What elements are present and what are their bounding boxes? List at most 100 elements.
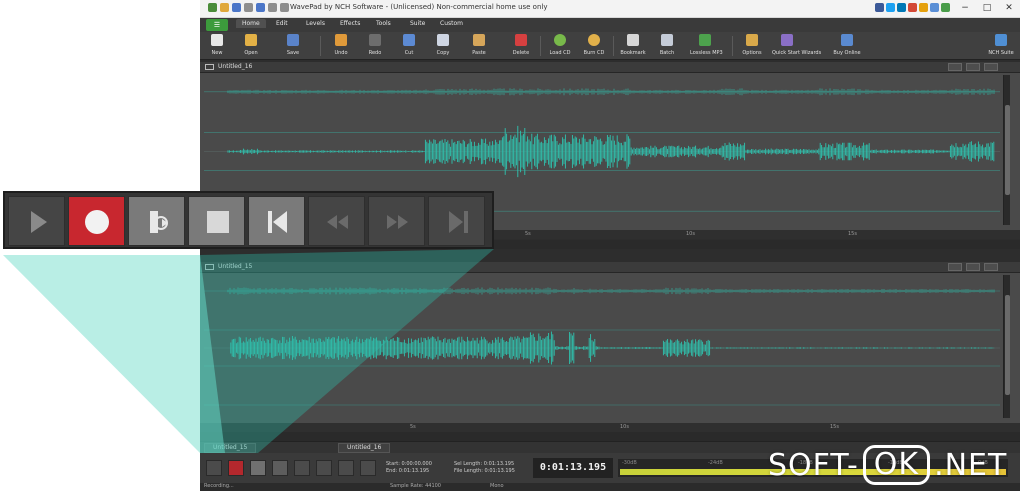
paste-button[interactable]: Paste — [464, 34, 494, 60]
scroll-thumb[interactable] — [1005, 295, 1010, 395]
go-to-start-icon — [273, 211, 287, 233]
nch-suite-button[interactable]: NCH Suite — [986, 34, 1016, 60]
twitter-icon[interactable] — [886, 3, 895, 12]
delete-button[interactable]: Delete — [506, 34, 536, 60]
options-button[interactable]: Options — [737, 34, 767, 60]
bookmark-button[interactable]: Bookmark — [618, 34, 648, 60]
buy-online-button[interactable]: Buy Online — [832, 34, 862, 60]
track-restore-button[interactable] — [966, 263, 980, 271]
undo-button[interactable]: Undo — [326, 34, 356, 60]
window-controls: − □ ✕ — [954, 0, 1020, 18]
save-button[interactable]: Save — [278, 34, 308, 60]
stop-button-small[interactable] — [272, 460, 288, 476]
redo-quick-icon[interactable] — [268, 3, 277, 12]
open-button[interactable]: Open — [236, 34, 266, 60]
fast-forward-button-small[interactable] — [338, 460, 354, 476]
tab-tools[interactable]: Tools — [376, 20, 391, 27]
timeline-tick: 5s — [525, 231, 531, 237]
print-quick-icon[interactable] — [244, 3, 253, 12]
fast-forward-button[interactable] — [368, 196, 425, 246]
tab-effects[interactable]: Effects — [340, 20, 360, 27]
file-tab[interactable]: Untitled_16 — [338, 443, 391, 453]
linkedin-icon[interactable] — [897, 3, 906, 12]
burn-cd-icon — [588, 34, 600, 46]
time-display: 0:01:13.195 — [533, 458, 613, 478]
sel-length-label: Sel Length: — [454, 461, 483, 467]
help-quick-icon[interactable] — [280, 3, 289, 12]
tab-suite[interactable]: Suite — [410, 20, 425, 27]
rewind-button-small[interactable] — [316, 460, 332, 476]
vertical-scrollbar[interactable] — [1003, 75, 1010, 225]
track-header: Untitled_15 — [200, 262, 1020, 273]
wizard-icon — [781, 34, 793, 46]
rewind-button[interactable] — [308, 196, 365, 246]
maximize-button[interactable]: □ — [976, 0, 998, 18]
new-icon — [211, 34, 223, 46]
rss-icon[interactable] — [919, 3, 928, 12]
vertical-scrollbar[interactable] — [1003, 275, 1010, 418]
scroll-thumb[interactable] — [1005, 105, 1010, 195]
quick-start-wizards-button[interactable]: Quick Start Wizards — [772, 34, 821, 60]
tab-edit[interactable]: Edit — [276, 20, 288, 27]
redo-button[interactable]: Redo — [360, 34, 390, 60]
facebook-icon[interactable] — [875, 3, 884, 12]
undo-quick-icon[interactable] — [256, 3, 265, 12]
google-icon[interactable] — [908, 3, 917, 12]
tab-home[interactable]: Home — [236, 19, 266, 28]
app-menu-button[interactable]: ☰ — [206, 19, 228, 31]
info-icon[interactable] — [930, 3, 939, 12]
toolbar-separator — [613, 36, 614, 56]
batch-button[interactable]: Batch — [652, 34, 682, 60]
horizontal-zoom-bar[interactable] — [200, 432, 1020, 441]
play-button[interactable] — [8, 196, 65, 246]
load-cd-button[interactable]: Load CD — [545, 34, 575, 60]
scrub-play-button-small[interactable] — [250, 460, 266, 476]
window-title: WavePad by NCH Software - (Unlicensed) N… — [290, 3, 548, 11]
go-to-end-button[interactable] — [428, 196, 485, 246]
go-to-end-icon — [449, 211, 463, 233]
close-button[interactable]: ✕ — [998, 0, 1020, 18]
record-button-small[interactable] — [228, 460, 244, 476]
meter-label: -24dB — [708, 460, 723, 466]
timeline-ruler[interactable]: 5s 10s 15s — [200, 423, 1020, 432]
help-icon[interactable] — [941, 3, 950, 12]
play-button-small[interactable] — [206, 460, 222, 476]
track-header: Untitled_16 — [200, 62, 1020, 73]
track-minimize-button[interactable] — [948, 63, 962, 71]
toolbar-separator — [540, 36, 541, 56]
go-to-start-button[interactable] — [248, 196, 305, 246]
beam-left — [3, 255, 225, 453]
record-button[interactable] — [68, 196, 125, 246]
record-icon — [85, 210, 109, 234]
go-to-start-button-small[interactable] — [294, 460, 310, 476]
length-info: Sel Length: 0:01:13.195 File Length: 0:0… — [454, 461, 515, 475]
file-length-label: File Length: — [454, 468, 483, 474]
minimize-button[interactable]: − — [954, 0, 976, 18]
track-minimize-button[interactable] — [948, 263, 962, 271]
burn-cd-button[interactable]: Burn CD — [579, 34, 609, 60]
start-label: Start: — [386, 461, 400, 467]
track-restore-button[interactable] — [966, 63, 980, 71]
save-quick-icon[interactable] — [232, 3, 241, 12]
new-button[interactable]: New — [202, 34, 232, 60]
screenshot-stage: WavePad by NCH Software - (Unlicensed) N… — [0, 0, 1020, 491]
social-icons — [875, 3, 950, 12]
lossless-mp3-button[interactable]: Lossless MP3 — [690, 34, 723, 60]
waveform-track-2[interactable] — [200, 273, 1020, 423]
copy-button[interactable]: Copy — [428, 34, 458, 60]
tab-levels[interactable]: Levels — [306, 20, 325, 27]
open-quick-icon[interactable] — [220, 3, 229, 12]
menu-tabs: ☰ Home Edit Levels Effects Tools Suite C… — [200, 18, 1020, 32]
status-text: Recording... — [204, 483, 234, 489]
tab-custom[interactable]: Custom — [440, 20, 463, 27]
file-tab[interactable]: Untitled_15 — [204, 443, 257, 453]
toolbar-separator — [732, 36, 733, 56]
track-name: Untitled_15 — [218, 263, 253, 270]
scrub-play-button[interactable] — [128, 196, 185, 246]
stop-button[interactable] — [188, 196, 245, 246]
copy-icon — [437, 34, 449, 46]
track-close-button[interactable] — [984, 263, 998, 271]
go-to-end-button-small[interactable] — [360, 460, 376, 476]
track-close-button[interactable] — [984, 63, 998, 71]
cut-button[interactable]: Cut — [394, 34, 424, 60]
